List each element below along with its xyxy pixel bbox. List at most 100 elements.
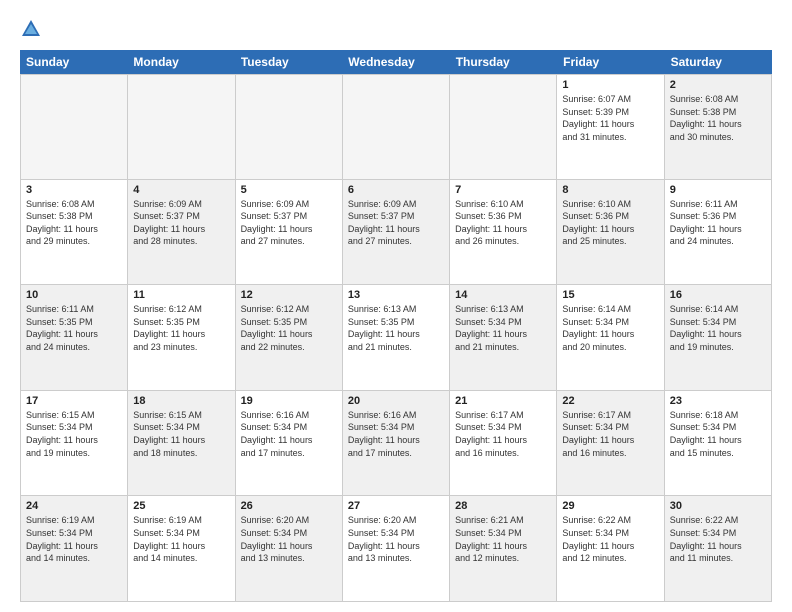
day-number: 13 <box>348 289 444 301</box>
calendar-row-2: 10 Sunrise: 6:11 AMSunset: 5:35 PMDayligh… <box>20 285 772 391</box>
day-number: 2 <box>670 79 766 91</box>
empty-cell-0-3 <box>343 74 450 180</box>
logo <box>20 16 46 40</box>
day-number: 4 <box>133 184 229 196</box>
day-number: 7 <box>455 184 551 196</box>
day-cell-30: 30 Sunrise: 6:22 AMSunset: 5:34 PMDayligh… <box>665 496 772 602</box>
day-cell-2: 2 Sunrise: 6:08 AMSunset: 5:38 PMDaylight… <box>665 74 772 180</box>
weekday-header-thursday: Thursday <box>450 50 557 74</box>
weekday-header-tuesday: Tuesday <box>235 50 342 74</box>
day-cell-16: 16 Sunrise: 6:14 AMSunset: 5:34 PMDayligh… <box>665 285 772 391</box>
weekday-header-saturday: Saturday <box>665 50 772 74</box>
day-info: Sunrise: 6:15 AMSunset: 5:34 PMDaylight:… <box>26 409 122 459</box>
day-cell-8: 8Sunrise: 6:10 AMSunset: 5:36 PMDaylight… <box>557 180 664 286</box>
day-number: 24 <box>26 500 122 512</box>
day-cell-25: 25 Sunrise: 6:19 AMSunset: 5:34 PMDayligh… <box>128 496 235 602</box>
weekday-header-sunday: Sunday <box>20 50 127 74</box>
calendar-row-0: 1Sunrise: 6:07 AMSunset: 5:39 PMDaylight… <box>20 74 772 180</box>
day-info: Sunrise: 6:13 AMSunset: 5:34 PMDaylight:… <box>455 303 551 353</box>
logo-icon <box>20 18 42 40</box>
day-info: Sunrise: 6:22 AMSunset: 5:34 PMDaylight:… <box>670 514 766 564</box>
day-info: Sunrise: 6:09 AMSunset: 5:37 PMDaylight:… <box>133 198 229 248</box>
day-info: Sunrise: 6:12 AMSunset: 5:35 PMDaylight:… <box>133 303 229 353</box>
day-cell-7: 7Sunrise: 6:10 AMSunset: 5:36 PMDaylight… <box>450 180 557 286</box>
day-number: 10 <box>26 289 122 301</box>
day-info: Sunrise: 6:20 AMSunset: 5:34 PMDaylight:… <box>348 514 444 564</box>
day-cell-6: 6 Sunrise: 6:09 AMSunset: 5:37 PMDaylight… <box>343 180 450 286</box>
day-number: 27 <box>348 500 444 512</box>
day-info: Sunrise: 6:16 AMSunset: 5:34 PMDaylight:… <box>241 409 337 459</box>
day-info: Sunrise: 6:17 AMSunset: 5:34 PMDaylight:… <box>562 409 658 459</box>
day-info: Sunrise: 6:09 AMSunset: 5:37 PMDaylight:… <box>348 198 444 248</box>
empty-cell-0-1 <box>128 74 235 180</box>
calendar-body: 1Sunrise: 6:07 AMSunset: 5:39 PMDaylight… <box>20 74 772 602</box>
day-info: Sunrise: 6:22 AMSunset: 5:34 PMDaylight:… <box>562 514 658 564</box>
day-cell-9: 9Sunrise: 6:11 AMSunset: 5:36 PMDaylight… <box>665 180 772 286</box>
day-info: Sunrise: 6:19 AMSunset: 5:34 PMDaylight:… <box>26 514 122 564</box>
day-cell-15: 15 Sunrise: 6:14 AMSunset: 5:34 PMDayligh… <box>557 285 664 391</box>
day-cell-21: 21Sunrise: 6:17 AMSunset: 5:34 PMDayligh… <box>450 391 557 497</box>
day-cell-22: 22 Sunrise: 6:17 AMSunset: 5:34 PMDayligh… <box>557 391 664 497</box>
day-cell-24: 24 Sunrise: 6:19 AMSunset: 5:34 PMDayligh… <box>21 496 128 602</box>
day-info: Sunrise: 6:11 AMSunset: 5:35 PMDaylight:… <box>26 303 122 353</box>
day-number: 3 <box>26 184 122 196</box>
day-number: 29 <box>562 500 658 512</box>
weekday-header-friday: Friday <box>557 50 664 74</box>
weekday-header-monday: Monday <box>127 50 234 74</box>
day-info: Sunrise: 6:12 AMSunset: 5:35 PMDaylight:… <box>241 303 337 353</box>
day-number: 20 <box>348 395 444 407</box>
day-info: Sunrise: 6:11 AMSunset: 5:36 PMDaylight:… <box>670 198 766 248</box>
day-number: 25 <box>133 500 229 512</box>
header <box>20 16 772 40</box>
day-info: Sunrise: 6:17 AMSunset: 5:34 PMDaylight:… <box>455 409 551 459</box>
day-cell-27: 27 Sunrise: 6:20 AMSunset: 5:34 PMDayligh… <box>343 496 450 602</box>
empty-cell-0-4 <box>450 74 557 180</box>
day-info: Sunrise: 6:19 AMSunset: 5:34 PMDaylight:… <box>133 514 229 564</box>
calendar: SundayMondayTuesdayWednesdayThursdayFrid… <box>20 50 772 602</box>
day-cell-19: 19 Sunrise: 6:16 AMSunset: 5:34 PMDayligh… <box>236 391 343 497</box>
day-info: Sunrise: 6:21 AMSunset: 5:34 PMDaylight:… <box>455 514 551 564</box>
calendar-row-4: 24 Sunrise: 6:19 AMSunset: 5:34 PMDayligh… <box>20 496 772 602</box>
day-number: 30 <box>670 500 766 512</box>
day-number: 14 <box>455 289 551 301</box>
day-cell-17: 17 Sunrise: 6:15 AMSunset: 5:34 PMDayligh… <box>21 391 128 497</box>
day-cell-18: 18Sunrise: 6:15 AMSunset: 5:34 PMDayligh… <box>128 391 235 497</box>
day-number: 5 <box>241 184 337 196</box>
page: SundayMondayTuesdayWednesdayThursdayFrid… <box>0 0 792 612</box>
day-cell-20: 20 Sunrise: 6:16 AMSunset: 5:34 PMDayligh… <box>343 391 450 497</box>
day-number: 6 <box>348 184 444 196</box>
day-info: Sunrise: 6:09 AMSunset: 5:37 PMDaylight:… <box>241 198 337 248</box>
day-number: 18 <box>133 395 229 407</box>
day-cell-12: 12Sunrise: 6:12 AMSunset: 5:35 PMDayligh… <box>236 285 343 391</box>
day-cell-14: 14 Sunrise: 6:13 AMSunset: 5:34 PMDayligh… <box>450 285 557 391</box>
day-cell-5: 5 Sunrise: 6:09 AMSunset: 5:37 PMDaylight… <box>236 180 343 286</box>
weekday-header-wednesday: Wednesday <box>342 50 449 74</box>
day-info: Sunrise: 6:16 AMSunset: 5:34 PMDaylight:… <box>348 409 444 459</box>
day-number: 22 <box>562 395 658 407</box>
day-number: 17 <box>26 395 122 407</box>
day-cell-10: 10 Sunrise: 6:11 AMSunset: 5:35 PMDayligh… <box>21 285 128 391</box>
day-info: Sunrise: 6:18 AMSunset: 5:34 PMDaylight:… <box>670 409 766 459</box>
day-info: Sunrise: 6:08 AMSunset: 5:38 PMDaylight:… <box>670 93 766 143</box>
empty-cell-0-0 <box>21 74 128 180</box>
day-cell-26: 26 Sunrise: 6:20 AMSunset: 5:34 PMDayligh… <box>236 496 343 602</box>
day-info: Sunrise: 6:08 AMSunset: 5:38 PMDaylight:… <box>26 198 122 248</box>
day-cell-11: 11 Sunrise: 6:12 AMSunset: 5:35 PMDayligh… <box>128 285 235 391</box>
day-cell-29: 29 Sunrise: 6:22 AMSunset: 5:34 PMDayligh… <box>557 496 664 602</box>
day-number: 28 <box>455 500 551 512</box>
day-cell-28: 28 Sunrise: 6:21 AMSunset: 5:34 PMDayligh… <box>450 496 557 602</box>
day-info: Sunrise: 6:10 AMSunset: 5:36 PMDaylight:… <box>562 198 658 248</box>
day-info: Sunrise: 6:14 AMSunset: 5:34 PMDaylight:… <box>670 303 766 353</box>
day-cell-23: 23Sunrise: 6:18 AMSunset: 5:34 PMDayligh… <box>665 391 772 497</box>
empty-cell-0-2 <box>236 74 343 180</box>
day-info: Sunrise: 6:20 AMSunset: 5:34 PMDaylight:… <box>241 514 337 564</box>
day-cell-1: 1Sunrise: 6:07 AMSunset: 5:39 PMDaylight… <box>557 74 664 180</box>
day-info: Sunrise: 6:14 AMSunset: 5:34 PMDaylight:… <box>562 303 658 353</box>
day-number: 11 <box>133 289 229 301</box>
day-number: 19 <box>241 395 337 407</box>
day-number: 26 <box>241 500 337 512</box>
day-number: 15 <box>562 289 658 301</box>
day-number: 16 <box>670 289 766 301</box>
day-cell-13: 13Sunrise: 6:13 AMSunset: 5:35 PMDayligh… <box>343 285 450 391</box>
calendar-row-3: 17 Sunrise: 6:15 AMSunset: 5:34 PMDayligh… <box>20 391 772 497</box>
